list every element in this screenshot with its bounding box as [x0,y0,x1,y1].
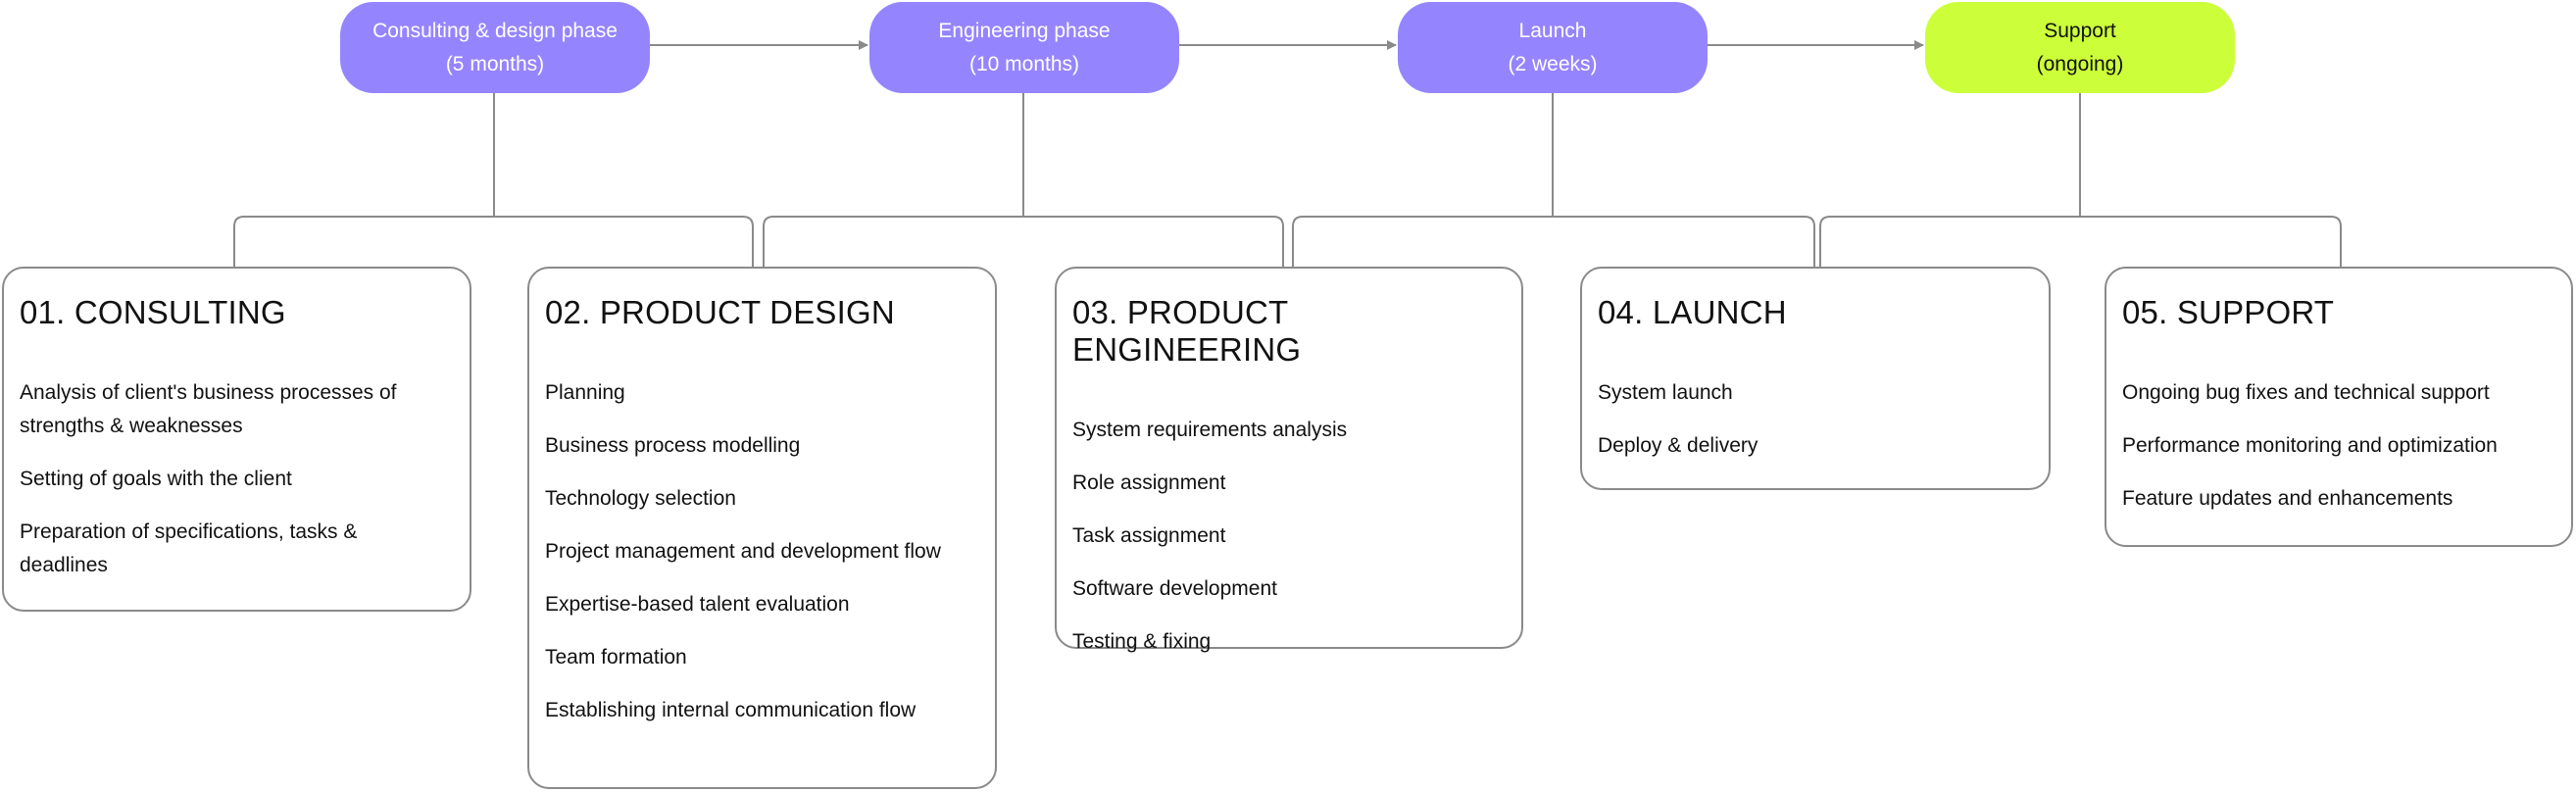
stage-item: Software development [1072,577,1277,600]
bracket-phase-1 [233,93,754,267]
phase-duration: (2 weeks) [1508,52,1598,75]
stage-items: System requirements analysis Role assign… [1072,414,1506,659]
bracket-phase-2 [763,93,1284,267]
stage-item: System launch [1598,381,1733,404]
bracket-phase-4 [1819,93,2342,267]
stage-item: Team formation [545,646,687,668]
stage-card-product-engineering: 03. PRODUCT ENGINEERING System requireme… [1055,267,1523,653]
stage-title: 04. LAUNCH [1598,294,1787,330]
phase-engineering: Engineering phase (10 months) [869,2,1179,93]
stage-items: Analysis of client's business processes … [20,376,454,582]
stage-item: Ongoing bug fixes and technical support [2122,381,2490,404]
stage-item: Establishing internal communication flow [545,699,916,721]
stage-item: Project management and development flow [545,540,941,563]
stage-item: Planning [545,381,625,404]
stage-item: Technology selection [545,487,736,510]
stage-item: Task assignment [1072,524,1226,547]
stage-item: Business process modelling [545,434,801,457]
stage-item: Performance monitoring and optimization [2122,434,2498,457]
bracket-phase-3 [1292,93,1815,267]
phase-duration: (10 months) [968,52,1080,75]
phase-title: Support [2044,19,2116,42]
stage-card-product-design: 02. PRODUCT DESIGN Planning Business pro… [527,267,997,789]
stage-items: Ongoing bug fixes and technical support … [2122,376,2555,516]
phase-title: Launch [1518,19,1587,42]
stage-card-support: 05. SUPPORT Ongoing bug fixes and techni… [2105,267,2573,547]
stage-item: Preparation of specifications, tasks & d… [20,520,358,576]
stage-title: 03. PRODUCT ENGINEERING [1072,294,1302,368]
stage-title: 02. PRODUCT DESIGN [545,294,895,330]
phase-launch: Launch (2 weeks) [1398,2,1708,93]
stage-card-launch: 04. LAUNCH System launch Deploy & delive… [1580,267,2051,490]
stage-card-consulting: 01. CONSULTING Analysis of client's busi… [2,267,471,612]
stage-item: Role assignment [1072,471,1226,494]
stage-item: Setting of goals with the client [20,468,292,490]
phase-consulting-design: Consulting & design phase (5 months) [340,2,650,93]
stage-item: Testing & fixing [1072,630,1212,653]
stage-item: Analysis of client's business processes … [20,381,397,437]
phase-duration: (5 months) [445,52,545,75]
phase-support: Support (ongoing) [1925,2,2235,93]
stage-item: Deploy & delivery [1598,434,1759,457]
stage-items: System launch Deploy & delivery [1598,376,2033,463]
stage-item: Expertise-based talent evaluation [545,593,850,616]
phase-title: Engineering phase [938,19,1111,42]
phase-duration: (ongoing) [2036,52,2124,75]
stage-title: 01. CONSULTING [20,294,286,330]
stage-item: Feature updates and enhancements [2122,487,2453,510]
phase-title: Consulting & design phase [372,19,618,42]
stage-title: 05. SUPPORT [2122,294,2335,330]
stage-items: Planning Business process modelling Tech… [545,376,979,727]
stage-item: System requirements analysis [1072,419,1348,441]
